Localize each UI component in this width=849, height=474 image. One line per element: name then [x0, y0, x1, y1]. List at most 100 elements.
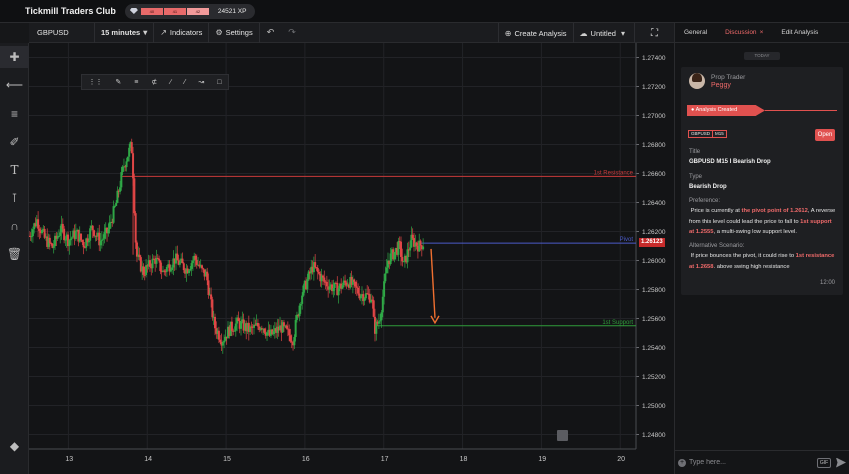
xp-progress[interactable]: 40 41 42 24521 XP — [124, 3, 255, 19]
timeframe-selector[interactable]: 15 minutes ▾ — [95, 22, 155, 43]
candle-body — [142, 266, 145, 275]
xp-total: 24521 XP — [217, 7, 247, 15]
candle-body — [57, 235, 60, 237]
delete-tool[interactable]: 🗑 — [0, 243, 29, 265]
floating-draw-tools: ⋮⋮ ✎ ≡ ⊄ ∕ ⁄ ↝ □ — [81, 74, 229, 90]
brush-tool[interactable]: ✐ — [0, 131, 29, 153]
candle-body — [61, 223, 64, 229]
settings-button[interactable]: ⚙ Settings — [209, 22, 260, 43]
candle-body — [397, 241, 400, 255]
fib-extension-icon[interactable]: ⊄ — [151, 78, 157, 86]
tab-edit-analysis[interactable]: Edit Analysis — [772, 29, 827, 36]
settings-label: Settings — [225, 28, 253, 37]
candle-body — [214, 316, 217, 329]
preference-text-1: Price is currently at — [690, 208, 742, 214]
candle-body — [299, 303, 302, 306]
candle-body — [99, 240, 102, 246]
cloud-icon: ☁ — [579, 28, 588, 38]
send-icon[interactable] — [836, 457, 846, 468]
candle-body — [91, 225, 94, 231]
candle-body — [171, 267, 174, 271]
avatar[interactable] — [689, 73, 705, 89]
drag-handle-icon[interactable]: ⋮⋮ — [88, 78, 102, 86]
path-icon[interactable]: ↝ — [198, 78, 204, 86]
drawing-toolbar: ✚ ⟵ ≡ ✐ T ⊺ ∩ 🗑 ◆ — [0, 43, 29, 474]
layers-tool[interactable]: ◆ — [0, 435, 29, 457]
candle-body — [30, 236, 33, 238]
preference-text: Price is currently at the pivot point of… — [689, 206, 837, 238]
undo-icon[interactable]: ↶ — [260, 27, 282, 38]
candle-body — [165, 266, 168, 272]
alt-text-1: If price bounces the pivot, it could ris… — [690, 253, 796, 259]
price-chart[interactable]: 1.27400 1.27200 1.27000 1.26800 1.26600 1.264… — [29, 43, 674, 474]
screenshot-icon — [557, 430, 568, 441]
tab-general[interactable]: General — [675, 29, 716, 36]
trendline-icon[interactable]: ⁄ — [184, 79, 185, 86]
user-role: Prop Trader — [711, 74, 746, 81]
y-tick-label: 1.25800 — [642, 287, 666, 294]
symbol-selector[interactable]: GBPUSD — [29, 22, 95, 43]
candle-body — [415, 242, 418, 246]
channel-icon[interactable]: ∕ — [170, 79, 171, 86]
candle-body — [389, 253, 392, 265]
layers-icon: ◆ — [9, 439, 20, 453]
candle-body — [159, 260, 162, 272]
candle-body — [355, 286, 358, 288]
trash-icon: 🗑 — [6, 247, 23, 261]
candle-body — [237, 317, 240, 322]
x-tick-label: 18 — [460, 456, 468, 463]
text-tool[interactable]: T — [0, 159, 29, 181]
magnet-tool[interactable]: ∩ — [0, 215, 29, 237]
candle-body — [422, 246, 425, 250]
candle-body — [194, 255, 197, 260]
candle-body — [68, 240, 71, 247]
gif-button[interactable]: GIF — [817, 457, 831, 468]
chart-area[interactable]: 1.27400 1.27200 1.27000 1.26800 1.26600 1.264… — [29, 43, 674, 474]
tab-discussion[interactable]: Discussion × — [716, 23, 772, 43]
pen-icon[interactable]: ✎ — [115, 78, 121, 86]
create-analysis-button[interactable]: ⊕ Create Analysis — [497, 23, 573, 43]
pivot-highlight: the pivot point of 1.2612 — [741, 208, 808, 214]
fib-retracement-icon[interactable]: ≡ — [134, 79, 138, 86]
candle-body — [70, 237, 73, 239]
layout-selector[interactable]: ☁ Untitled ▾ — [572, 23, 634, 43]
y-tick-label: 1.27400 — [642, 55, 666, 62]
candle-body — [328, 286, 331, 290]
open-button[interactable]: Open — [815, 129, 835, 141]
fullscreen-button[interactable]: ⛶ — [634, 23, 674, 43]
timeframe-tag: M15 — [712, 130, 727, 138]
type-label: Type — [689, 174, 703, 180]
forecast-arrow-shaft — [430, 248, 436, 318]
level-label: 1st Resistance — [594, 170, 634, 176]
candle-body — [138, 254, 141, 258]
rectangle-icon[interactable]: □ — [217, 79, 221, 86]
type-value: Bearish Drop — [689, 184, 727, 190]
close-icon[interactable]: × — [760, 29, 764, 36]
candle-body — [344, 280, 347, 283]
x-tick-label: 17 — [381, 456, 389, 463]
line-tool[interactable]: ⟵ — [0, 74, 29, 96]
message-input[interactable] — [689, 455, 817, 470]
fib-tool[interactable]: ≡ — [0, 103, 29, 125]
pattern-tool[interactable]: ⊺ — [0, 187, 29, 209]
candle-body — [145, 265, 148, 275]
candle-body — [256, 322, 259, 327]
candle-body — [419, 240, 422, 246]
candle-body — [294, 319, 297, 338]
preference-label: Preference: — [689, 198, 721, 204]
location-pin-icon: ● — [691, 107, 695, 113]
candle-body — [148, 260, 151, 267]
candle-body — [325, 281, 328, 287]
candle-body — [381, 296, 384, 313]
candle-body — [393, 252, 396, 260]
chevron-down-icon: ▾ — [620, 28, 625, 38]
redo-icon[interactable]: ↷ — [281, 27, 303, 38]
analysis-panel: General Discussion × Edit Analysis TODAY… — [674, 23, 849, 474]
plus-icon[interactable]: + — [678, 458, 686, 467]
crosshair-tool[interactable]: ✚ — [0, 46, 29, 68]
candle-body — [357, 287, 360, 294]
candle-body — [409, 247, 412, 251]
indicators-button[interactable]: ↗ Indicators — [154, 22, 210, 43]
user-name[interactable]: Peggy — [711, 82, 731, 89]
plus-circle-icon: ⊕ — [504, 28, 512, 38]
